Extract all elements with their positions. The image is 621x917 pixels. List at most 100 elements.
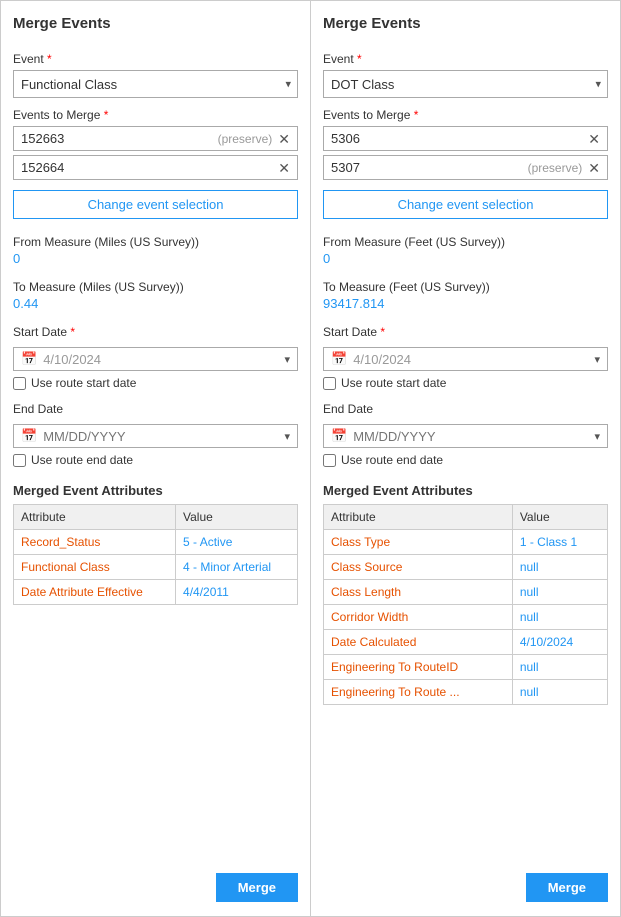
left-panel-title: Merge Events bbox=[13, 15, 298, 32]
right-panel-title: Merge Events bbox=[323, 15, 608, 32]
right-use-route-end-checkbox[interactable] bbox=[323, 454, 336, 467]
right-from-measure-label: From Measure (Feet (US Survey)) bbox=[323, 235, 608, 249]
left-use-route-start-checkbox[interactable] bbox=[13, 377, 26, 390]
right-use-route-end-row[interactable]: Use route end date bbox=[323, 453, 608, 467]
table-row: Functional Class4 - Minor Arterial bbox=[14, 555, 298, 580]
right-end-date-chevron-icon: ▾ bbox=[594, 430, 600, 443]
right-attr-col1-header: Attribute bbox=[324, 505, 513, 530]
right-event-row-1: 5307 (preserve) ✕ bbox=[323, 155, 608, 180]
table-row: Class Lengthnull bbox=[324, 580, 608, 605]
right-start-date-chevron-icon: ▾ bbox=[594, 353, 600, 366]
right-event-row-0: 5306 ✕ bbox=[323, 126, 608, 151]
table-row: Class Type1 - Class 1 bbox=[324, 530, 608, 555]
left-end-date-input[interactable] bbox=[43, 429, 284, 444]
left-to-measure-label: To Measure (Miles (US Survey)) bbox=[13, 280, 298, 294]
left-use-route-end-checkbox[interactable] bbox=[13, 454, 26, 467]
right-event-select[interactable]: DOT Class bbox=[323, 70, 608, 98]
left-use-route-start-row[interactable]: Use route start date bbox=[13, 376, 298, 390]
right-change-btn[interactable]: Change event selection bbox=[323, 190, 608, 219]
left-merged-attrs-title: Merged Event Attributes bbox=[13, 483, 298, 498]
left-from-measure-label: From Measure (Miles (US Survey)) bbox=[13, 235, 298, 249]
right-use-route-start-checkbox[interactable] bbox=[323, 377, 336, 390]
left-event-row-0-preserve: (preserve) bbox=[218, 132, 273, 146]
right-to-measure-value: 93417.814 bbox=[323, 296, 608, 311]
attr-value-cell: null bbox=[512, 580, 607, 605]
table-row: Date Attribute Effective4/4/2011 bbox=[14, 580, 298, 605]
right-to-measure-label: To Measure (Feet (US Survey)) bbox=[323, 280, 608, 294]
right-use-route-start-row[interactable]: Use route start date bbox=[323, 376, 608, 390]
right-start-date-calendar-icon: 📅 bbox=[331, 351, 347, 367]
left-end-date-row[interactable]: 📅 ▾ bbox=[13, 424, 298, 448]
attr-name-cell: Engineering To Route ... bbox=[324, 680, 513, 705]
left-panel: Merge Events Event * Functional Class ▾ … bbox=[0, 0, 311, 917]
left-start-date-label: Start Date * bbox=[13, 325, 298, 339]
attr-value-cell: null bbox=[512, 655, 607, 680]
right-event-row-1-close[interactable]: ✕ bbox=[588, 161, 600, 175]
left-merge-button[interactable]: Merge bbox=[216, 873, 298, 902]
left-start-date-calendar-icon: 📅 bbox=[21, 351, 37, 367]
left-attr-table: Attribute Value Record_Status5 - ActiveF… bbox=[13, 504, 298, 605]
attr-name-cell: Class Source bbox=[324, 555, 513, 580]
attr-value-cell: null bbox=[512, 555, 607, 580]
left-end-date-calendar-icon: 📅 bbox=[21, 428, 37, 444]
right-events-to-merge-label: Events to Merge * bbox=[323, 108, 608, 122]
attr-value-cell: null bbox=[512, 605, 607, 630]
attr-name-cell: Class Length bbox=[324, 580, 513, 605]
left-use-route-end-label: Use route end date bbox=[31, 453, 133, 467]
right-start-date-label: Start Date * bbox=[323, 325, 608, 339]
attr-name-cell: Corridor Width bbox=[324, 605, 513, 630]
left-from-measure-value: 0 bbox=[13, 251, 298, 266]
left-event-row-0: 152663 (preserve) ✕ bbox=[13, 126, 298, 151]
left-attr-col1-header: Attribute bbox=[14, 505, 176, 530]
right-attr-col2-header: Value bbox=[512, 505, 607, 530]
right-use-route-start-label: Use route start date bbox=[341, 376, 446, 390]
right-use-route-end-label: Use route end date bbox=[341, 453, 443, 467]
attr-value-cell: 5 - Active bbox=[176, 530, 298, 555]
right-end-date-label: End Date bbox=[323, 402, 608, 416]
attr-value-cell: null bbox=[512, 680, 607, 705]
left-attr-col2-header: Value bbox=[176, 505, 298, 530]
left-event-label: Event * bbox=[13, 52, 298, 66]
left-event-row-0-id: 152663 bbox=[21, 131, 218, 146]
table-row: Corridor Widthnull bbox=[324, 605, 608, 630]
right-end-date-row[interactable]: 📅 ▾ bbox=[323, 424, 608, 448]
left-event-row-1: 152664 ✕ bbox=[13, 155, 298, 180]
table-row: Date Calculated4/10/2024 bbox=[324, 630, 608, 655]
left-event-row-1-close[interactable]: ✕ bbox=[278, 161, 290, 175]
attr-value-cell: 1 - Class 1 bbox=[512, 530, 607, 555]
left-events-to-merge-label: Events to Merge * bbox=[13, 108, 298, 122]
attr-value-cell: 4/10/2024 bbox=[512, 630, 607, 655]
attr-name-cell: Date Calculated bbox=[324, 630, 513, 655]
right-start-date-input[interactable] bbox=[353, 352, 594, 367]
right-event-select-wrapper[interactable]: DOT Class ▾ bbox=[323, 70, 608, 98]
left-event-select-wrapper[interactable]: Functional Class ▾ bbox=[13, 70, 298, 98]
left-start-date-row[interactable]: 📅 ▾ bbox=[13, 347, 298, 371]
attr-name-cell: Record_Status bbox=[14, 530, 176, 555]
left-event-row-1-id: 152664 bbox=[21, 160, 278, 175]
right-event-row-1-preserve: (preserve) bbox=[528, 161, 583, 175]
attr-name-cell: Date Attribute Effective bbox=[14, 580, 176, 605]
attr-name-cell: Functional Class bbox=[14, 555, 176, 580]
attr-name-cell: Class Type bbox=[324, 530, 513, 555]
right-event-row-0-id: 5306 bbox=[331, 131, 588, 146]
left-event-select[interactable]: Functional Class bbox=[13, 70, 298, 98]
right-attr-table: Attribute Value Class Type1 - Class 1Cla… bbox=[323, 504, 608, 705]
attr-value-cell: 4/4/2011 bbox=[176, 580, 298, 605]
right-merge-button[interactable]: Merge bbox=[526, 873, 608, 902]
left-event-row-0-close[interactable]: ✕ bbox=[278, 132, 290, 146]
right-event-row-0-close[interactable]: ✕ bbox=[588, 132, 600, 146]
left-end-date-chevron-icon: ▾ bbox=[284, 430, 290, 443]
left-change-btn[interactable]: Change event selection bbox=[13, 190, 298, 219]
table-row: Engineering To Route ...null bbox=[324, 680, 608, 705]
table-row: Class Sourcenull bbox=[324, 555, 608, 580]
left-start-date-input[interactable] bbox=[43, 352, 284, 367]
attr-name-cell: Engineering To RouteID bbox=[324, 655, 513, 680]
table-row: Record_Status5 - Active bbox=[14, 530, 298, 555]
right-start-date-row[interactable]: 📅 ▾ bbox=[323, 347, 608, 371]
left-use-route-start-label: Use route start date bbox=[31, 376, 136, 390]
left-start-date-chevron-icon: ▾ bbox=[284, 353, 290, 366]
table-row: Engineering To RouteIDnull bbox=[324, 655, 608, 680]
right-merged-attrs-title: Merged Event Attributes bbox=[323, 483, 608, 498]
left-use-route-end-row[interactable]: Use route end date bbox=[13, 453, 298, 467]
right-end-date-input[interactable] bbox=[353, 429, 594, 444]
